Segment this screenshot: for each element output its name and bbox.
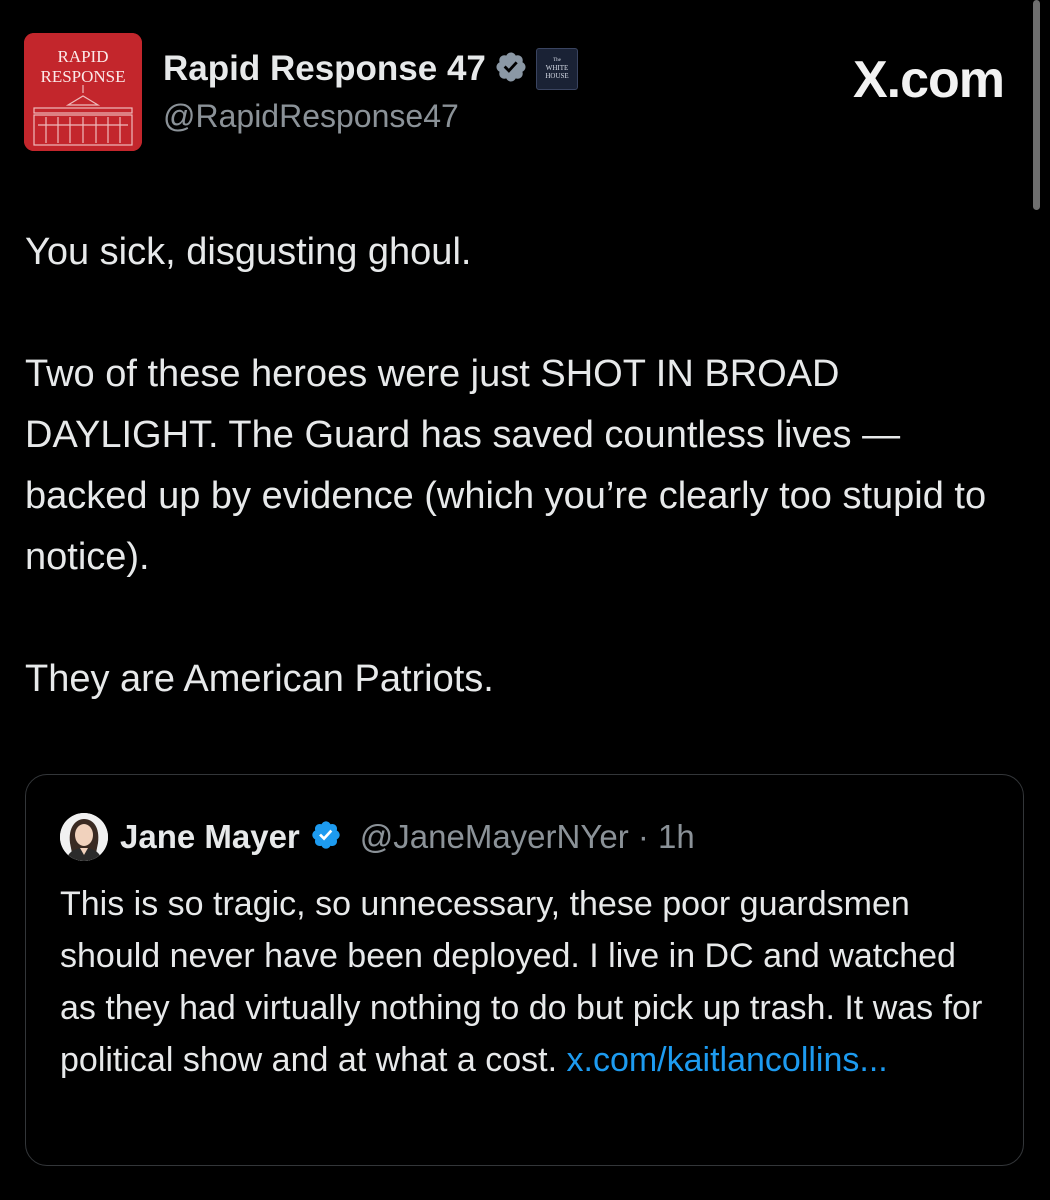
verified-badge-icon (494, 50, 528, 89)
scrollbar[interactable] (1033, 0, 1040, 210)
white-house-affiliate-badge-icon[interactable]: The WHITE HOUSE (535, 48, 578, 90)
avatar-text-line-1: RAPID (57, 47, 108, 66)
tweet-paragraph: You sick, disgusting ghoul. (25, 231, 472, 273)
verified-badge-icon (310, 819, 342, 856)
site-mark: X.com (852, 51, 1005, 109)
quoted-handle-text: @JaneMayerNYer (359, 818, 629, 855)
affiliate-badge-line-3: HOUSE (545, 72, 568, 80)
author-handle[interactable]: @RapidResponse47 (163, 98, 459, 135)
tweet-paragraph: They are American Patriots. (25, 658, 494, 700)
avatar-text-line-2: RESPONSE (40, 67, 125, 86)
author-avatar[interactable]: RAPID RESPONSE (24, 33, 142, 151)
author-name-row: Rapid Response 47 The WHITE HOUSE (163, 46, 578, 92)
author-display-name[interactable]: Rapid Response 47 (163, 49, 486, 89)
quoted-tweet-text: This is so tragic, so unnecessary, these… (60, 878, 1000, 1086)
quoted-link[interactable]: x.com/kaitlancollins... (567, 1041, 888, 1079)
quoted-timestamp: · 1h (637, 818, 695, 855)
affiliate-badge-line-1: The (553, 58, 562, 63)
quoted-author-handle[interactable]: @JaneMayerNYer · 1h (360, 818, 695, 856)
quoted-author-name[interactable]: Jane Mayer (120, 818, 300, 856)
quoted-tweet-card[interactable]: Jane Mayer @JaneMayerNYer · 1h This is s… (25, 774, 1024, 1166)
tweet-text: You sick, disgusting ghoul. Two of these… (25, 222, 1015, 710)
profile-avatar-icon[interactable] (60, 813, 108, 861)
affiliate-badge-line-2: WHITE (546, 64, 569, 72)
quoted-tweet-header: Jane Mayer @JaneMayerNYer · 1h (60, 813, 695, 861)
tweet-paragraph: Two of these heroes were just SHOT IN BR… (25, 353, 987, 578)
